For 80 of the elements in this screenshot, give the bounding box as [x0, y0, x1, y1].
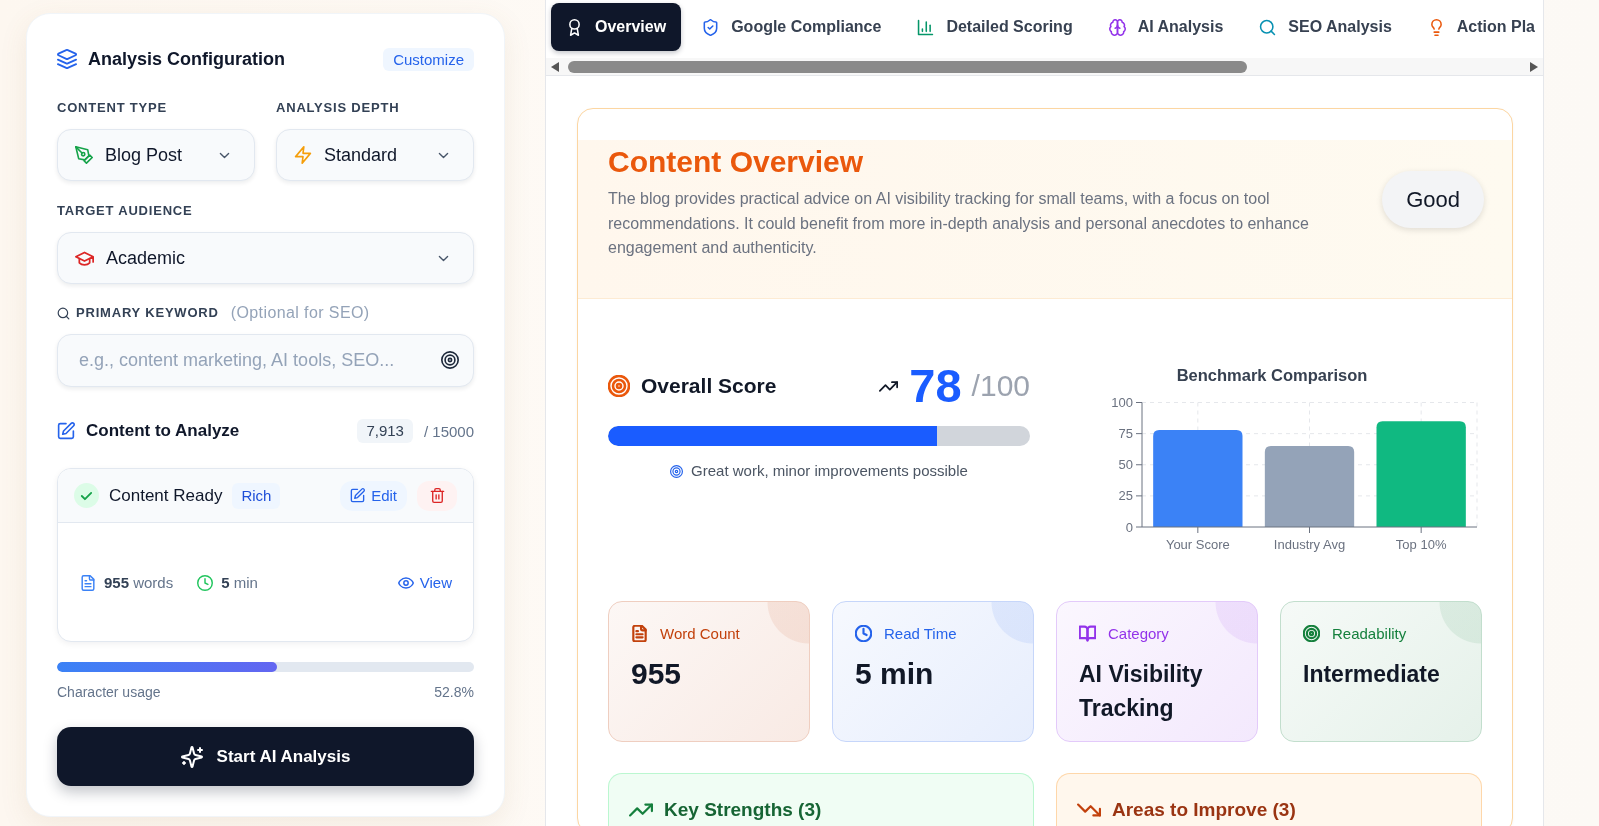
score-label: Overall Score — [641, 374, 777, 398]
tab[interactable]: AI Analysis — [1093, 3, 1239, 51]
overview-title: Content Overview — [608, 144, 864, 180]
stat-value: 5 min — [855, 656, 934, 692]
character-limit: / 15000 — [423, 422, 474, 440]
axis-tick-label: 25 — [1118, 488, 1133, 504]
section-title: Content to Analyze — [86, 421, 240, 441]
check-icon — [74, 483, 99, 508]
target-icon — [670, 464, 684, 478]
tab[interactable]: Google Compliance — [687, 3, 897, 51]
axis-category-label: Industry Avg — [1273, 536, 1346, 552]
panel-title: Analysis Configuration — [88, 48, 285, 70]
section-title: Key Strengths (3) — [664, 798, 822, 822]
tab[interactable]: Detailed Scoring — [902, 3, 1088, 51]
medal-icon — [566, 18, 583, 36]
customize-button[interactable]: Customize — [383, 47, 474, 71]
brain-icon — [1108, 18, 1126, 36]
bar-chart-icon — [917, 18, 935, 36]
scrollbar-thumb[interactable] — [568, 60, 1247, 73]
tab[interactable]: SEO Analysis — [1244, 3, 1407, 51]
field-label: PRIMARY KEYWORD — [76, 305, 219, 321]
axis-tick-label: 50 — [1118, 457, 1133, 473]
eye-icon — [397, 574, 414, 591]
stat-value: Intermediate — [1303, 660, 1440, 689]
score-note: Great work, minor improvements possible — [691, 461, 968, 481]
usage-label: Character usage — [57, 684, 161, 700]
sparkles-icon — [180, 745, 203, 768]
delete-button[interactable] — [417, 480, 457, 511]
trash-icon — [429, 488, 445, 503]
word-count: 955 words — [104, 574, 174, 591]
field-label: CONTENT TYPE — [57, 100, 167, 116]
score-max: /100 — [971, 368, 1030, 404]
axis-category-label: Top 10% — [1395, 536, 1447, 552]
axis-tick-label: 100 — [1111, 395, 1133, 410]
target-icon — [608, 375, 630, 397]
section-title: Areas to Improve (3) — [1112, 798, 1296, 822]
content-type-select[interactable]: Blog Post — [57, 129, 255, 181]
field-hint: (Optional for SEO) — [230, 305, 370, 321]
chart-title: Benchmark Comparison — [1176, 365, 1368, 386]
axis-tick-label: 75 — [1118, 426, 1133, 442]
layers-icon — [57, 49, 77, 69]
audience-select[interactable]: Academic — [57, 232, 474, 284]
stat-label: Readability — [1332, 625, 1407, 642]
edit-icon — [57, 422, 75, 440]
character-count: 7,913 — [357, 419, 413, 443]
field-label: TARGET AUDIENCE — [57, 203, 193, 219]
search-icon — [57, 306, 70, 320]
axis-tick-label: 0 — [1125, 519, 1133, 535]
edit-icon — [350, 488, 366, 503]
lightning-icon — [294, 146, 312, 164]
search-icon — [1259, 18, 1277, 36]
stat-value: AI Visibility Tracking — [1079, 660, 1204, 723]
overview-summary: The blog provides practical advice on AI visibility tracking for small teams, with a focus on tool recommendations. It could benefit from more in-depth analysis and personal anecdotes to enhance engagement and authenticity. — [608, 189, 1310, 258]
score-value: 78 — [909, 362, 962, 410]
field-label: ANALYSIS DEPTH — [276, 100, 400, 116]
left-arrow-icon[interactable] — [551, 61, 559, 72]
axis-category-label: Your Score — [1165, 536, 1230, 552]
quality-badge: Rich — [232, 482, 281, 509]
shield-check-icon — [702, 18, 720, 36]
stat-label: Category — [1108, 625, 1169, 642]
right-arrow-icon[interactable] — [1530, 61, 1538, 72]
stat-value: 955 — [631, 656, 682, 692]
document-icon — [80, 574, 96, 591]
view-link[interactable]: View — [397, 574, 452, 591]
read-time: 5 min — [221, 574, 258, 591]
target-icon — [441, 351, 459, 369]
usage-percent: 52.8% — [434, 684, 474, 700]
analysis-depth-select[interactable]: Standard — [276, 129, 474, 181]
rating-badge: Good — [1382, 171, 1484, 228]
keyword-input[interactable]: e.g., content marketing, AI tools, SEO... — [57, 334, 474, 387]
tab[interactable]: Overview — [551, 3, 682, 51]
status-text: Content Ready — [109, 485, 223, 506]
tab[interactable]: Action Pla — [1412, 3, 1543, 51]
start-analysis-button[interactable]: Start AI Analysis — [57, 727, 474, 786]
pen-nib-icon — [75, 146, 93, 164]
stat-label: Read Time — [884, 625, 957, 642]
edit-button[interactable]: Edit — [340, 480, 407, 511]
horizontal-scrollbar[interactable] — [546, 58, 1543, 76]
clock-icon — [197, 574, 214, 591]
stat-label: Word Count — [660, 625, 740, 642]
